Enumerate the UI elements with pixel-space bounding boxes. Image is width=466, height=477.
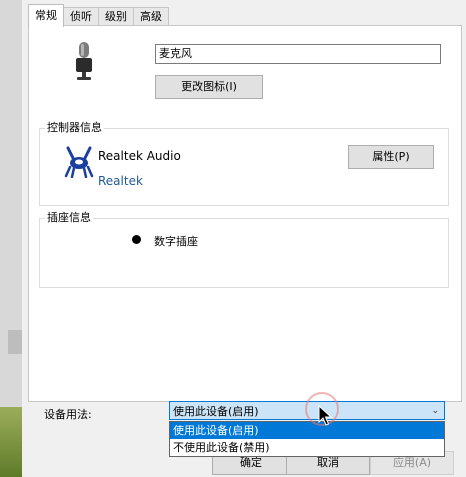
controller-info-title: 控制器信息 — [45, 121, 104, 135]
usage-option-enable[interactable]: 使用此设备(启用) — [170, 422, 444, 439]
usage-option-disable[interactable]: 不使用此设备(禁用) — [170, 439, 444, 456]
controller-name: Realtek Audio — [98, 149, 181, 163]
mouse-pointer-icon — [318, 405, 332, 426]
device-usage-selected-value: 使用此设备(启用) — [173, 405, 259, 418]
realtek-crab-icon — [64, 146, 94, 178]
chevron-down-icon[interactable]: ⌄ — [431, 402, 439, 421]
tab-strip: 常规 侦听 级别 高级 — [28, 4, 169, 27]
controller-info-group: 控制器信息 Realtek Audio Realtek 属性(P) — [39, 121, 449, 206]
background-window-control — [8, 330, 22, 354]
device-usage-label: 设备用法: — [44, 408, 92, 421]
device-usage-dropdown-list: 使用此设备(启用) 不使用此设备(禁用) — [169, 421, 445, 457]
tab-general[interactable]: 常规 — [28, 4, 64, 27]
controller-vendor: Realtek — [98, 174, 143, 188]
change-icon-button[interactable]: 更改图标(I) — [155, 75, 263, 99]
jack-label: 数字插座 — [154, 235, 198, 248]
general-tab-panel: 麦克风 更改图标(I) 控制器信息 Realtek Audio Realtek … — [28, 25, 462, 402]
microphone-icon — [76, 42, 92, 80]
background-window-edge — [0, 0, 22, 477]
microphone-properties-dialog: 常规 侦听 级别 高级 麦克风 更改图标(I) 控制器信息 Realtek Au… — [22, 0, 466, 477]
jack-info-group: 插座信息 数字插座 — [39, 211, 449, 288]
desktop-wallpaper-fragment — [0, 407, 22, 477]
properties-button[interactable]: 属性(P) — [348, 145, 434, 169]
tab-listen[interactable]: 侦听 — [63, 7, 99, 26]
jack-dot-icon — [132, 235, 141, 244]
tab-advanced[interactable]: 高级 — [133, 7, 169, 26]
jack-info-title: 插座信息 — [45, 211, 93, 225]
device-name-input[interactable]: 麦克风 — [155, 44, 441, 64]
tab-levels[interactable]: 级别 — [98, 7, 134, 26]
